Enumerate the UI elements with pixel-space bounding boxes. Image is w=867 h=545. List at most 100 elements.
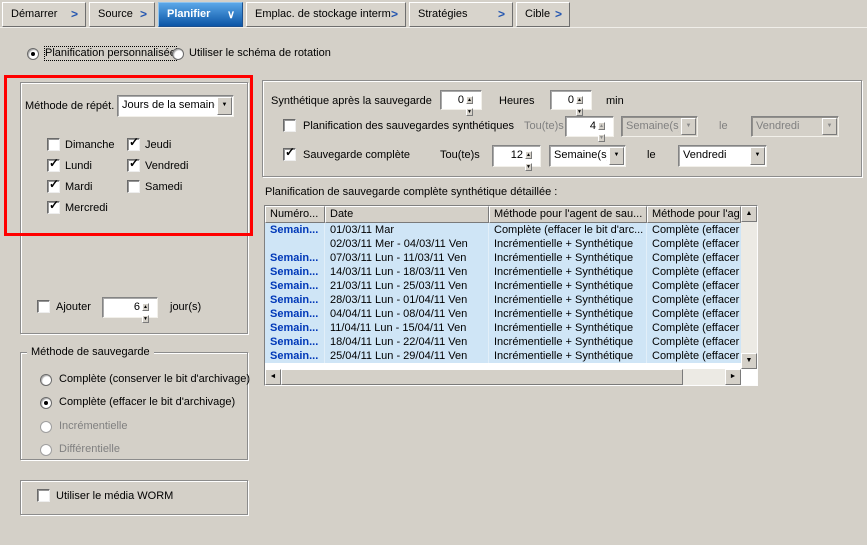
full-backup-checkbox[interactable]: ✓	[283, 148, 296, 161]
cell-method-ag: Complète (effacer	[647, 237, 741, 251]
chevron-right-icon: >	[555, 7, 562, 21]
synthetic-every-spinner: 4 ▲ ▼	[565, 116, 614, 137]
cell-method-agent: Complète (effacer le bit d'arc...	[489, 223, 647, 237]
annotation-rectangle	[4, 75, 253, 236]
add-days-unit-label: jour(s)	[170, 301, 201, 314]
full-keep-archive-bit-label[interactable]: Complète (conserver le bit d'archivage)	[59, 373, 250, 386]
table-row[interactable]: Semain... 18/04/11 Lun - 22/04/11 Ven In…	[265, 335, 741, 349]
table-row[interactable]: Semain... 11/04/11 Lun - 15/04/11 Ven In…	[265, 321, 741, 335]
cell-semaine: Semain...	[265, 279, 325, 293]
column-header-method-ag[interactable]: Méthode pour l'ag	[647, 206, 741, 223]
spinner-down-icon[interactable]: ▼	[525, 163, 532, 171]
full-backup-label[interactable]: Sauvegarde complète	[303, 149, 410, 162]
cell-method-ag: Complète (effacer	[647, 265, 741, 279]
cell-method-agent: Incrémentielle + Synthétique	[489, 293, 647, 307]
spinner-up-icon[interactable]: ▲	[142, 303, 149, 311]
custom-schedule-label[interactable]: Planification personnalisée	[45, 47, 176, 60]
add-days-spinner[interactable]: 6 ▲ ▼	[102, 297, 158, 318]
scroll-up-icon[interactable]: ▲	[741, 206, 757, 222]
spinner-value: 0	[458, 94, 464, 106]
spinner-up-icon[interactable]: ▲	[525, 151, 532, 159]
cell-method-ag: Complète (effacer	[647, 307, 741, 321]
tab-emplacement-stockage[interactable]: Emplac. de stockage interm. >	[246, 2, 406, 27]
dropdown-arrow-icon: ▼	[822, 118, 837, 135]
full-backup-on-label: le	[647, 149, 656, 162]
vertical-scrollbar-track[interactable]	[741, 206, 757, 369]
rotation-scheme-radio[interactable]	[172, 48, 184, 60]
cell-method-ag: Complète (effacer	[647, 279, 741, 293]
custom-schedule-radio[interactable]	[27, 48, 39, 60]
full-backup-every-spinner[interactable]: 12 ▲ ▼	[492, 145, 541, 167]
synthetic-hours-spinner[interactable]: 0 ▲ ▼	[440, 90, 482, 110]
table-row[interactable]: Semain... 25/04/11 Lun - 29/04/11 Ven In…	[265, 349, 741, 363]
combobox-value: Vendredi	[683, 149, 748, 161]
tab-label: Démarrer	[11, 8, 57, 20]
detail-table: Numéro... Date Méthode pour l'agent de s…	[264, 205, 758, 386]
tab-label: Cible	[525, 8, 550, 20]
cell-semaine: Semain...	[265, 251, 325, 265]
table-row[interactable]: 02/03/11 Mer - 04/03/11 Ven Incrémentiel…	[265, 237, 741, 251]
spinner-up-icon[interactable]: ▲	[466, 96, 473, 104]
detail-caption: Planification de sauvegarde complète syn…	[265, 186, 557, 199]
spinner-down-icon[interactable]: ▼	[466, 108, 473, 116]
table-row[interactable]: Semain... 07/03/11 Lun - 11/03/11 Ven In…	[265, 251, 741, 265]
cell-date: 04/04/11 Lun - 08/04/11 Ven	[325, 307, 489, 321]
full-backup-every-label: Tou(te)s	[440, 149, 480, 162]
full-backup-unit-combobox[interactable]: Semaine(s) ▼	[549, 145, 626, 167]
full-clear-archive-bit-radio[interactable]	[40, 397, 52, 409]
full-backup-day-combobox[interactable]: Vendredi ▼	[678, 145, 767, 167]
spinner-value: 12	[511, 149, 523, 161]
table-row[interactable]: Semain... 04/04/11 Lun - 08/04/11 Ven In…	[265, 307, 741, 321]
spinner-down-icon[interactable]: ▼	[142, 315, 149, 323]
tab-source[interactable]: Source >	[89, 2, 155, 27]
table-row[interactable]: Semain... 14/03/11 Lun - 18/03/11 Ven In…	[265, 265, 741, 279]
cell-method-agent: Incrémentielle + Synthétique	[489, 349, 647, 363]
scroll-right-icon[interactable]: ►	[725, 369, 741, 385]
check-icon: ✓	[285, 146, 295, 159]
scroll-left-icon[interactable]: ◄	[265, 369, 281, 385]
horizontal-scrollbar-thumb[interactable]	[281, 369, 683, 385]
cell-semaine: Semain...	[265, 335, 325, 349]
worm-label[interactable]: Utiliser le média WORM	[56, 490, 173, 503]
spinner-down-icon[interactable]: ▼	[576, 108, 583, 116]
spinner-up-icon[interactable]: ▲	[576, 96, 583, 104]
full-keep-archive-bit-radio[interactable]	[40, 374, 52, 386]
column-header-date[interactable]: Date	[325, 206, 489, 223]
worm-checkbox[interactable]	[37, 489, 50, 502]
cell-method-ag: Complète (effacer	[647, 223, 741, 237]
cell-date: 25/04/11 Lun - 29/04/11 Ven	[325, 349, 489, 363]
tab-strategies[interactable]: Stratégies >	[409, 2, 513, 27]
rotation-scheme-label[interactable]: Utiliser le schéma de rotation	[189, 47, 331, 60]
column-header-numero[interactable]: Numéro...	[265, 206, 325, 223]
add-days-checkbox[interactable]	[37, 300, 50, 313]
scroll-down-icon[interactable]: ▼	[741, 353, 757, 369]
dropdown-arrow-icon[interactable]: ▼	[609, 147, 624, 165]
table-row[interactable]: Semain... 01/03/11 Mar Complète (effacer…	[265, 223, 741, 237]
cell-method-agent: Incrémentielle + Synthétique	[489, 265, 647, 279]
add-days-label[interactable]: Ajouter	[56, 301, 91, 314]
full-clear-archive-bit-label[interactable]: Complète (effacer le bit d'archivage)	[59, 396, 235, 409]
chevron-down-icon: ∨	[227, 8, 235, 21]
table-row[interactable]: Semain... 21/03/11 Lun - 25/03/11 Ven In…	[265, 279, 741, 293]
chevron-right-icon: >	[391, 7, 398, 21]
synthetic-schedule-checkbox[interactable]	[283, 119, 296, 132]
synthetic-minutes-spinner[interactable]: 0 ▲ ▼	[550, 90, 592, 110]
table-row[interactable]: Semain... 28/03/11 Lun - 01/04/11 Ven In…	[265, 293, 741, 307]
cell-method-agent: Incrémentielle + Synthétique	[489, 251, 647, 265]
tab-label: Source	[98, 8, 133, 20]
synthetic-every-label: Tou(te)s	[524, 120, 564, 133]
tab-demarrer[interactable]: Démarrer >	[2, 2, 86, 27]
combobox-value: Semaine(s)	[554, 149, 607, 161]
column-header-method-agent[interactable]: Méthode pour l'agent de sau...	[489, 206, 647, 223]
combobox-value: Semaine(s)	[626, 120, 679, 132]
cell-method-agent: Incrémentielle + Synthétique	[489, 321, 647, 335]
cell-date: 02/03/11 Mer - 04/03/11 Ven	[325, 237, 489, 251]
spinner-down-icon: ▼	[598, 134, 605, 142]
cell-semaine: Semain...	[265, 265, 325, 279]
synthetic-schedule-label[interactable]: Planification des sauvegardes synthétiqu…	[303, 120, 514, 133]
dropdown-arrow-icon[interactable]: ▼	[750, 147, 765, 165]
cell-method-ag: Complète (effacer	[647, 293, 741, 307]
tab-cible[interactable]: Cible >	[516, 2, 570, 27]
differential-label: Différentielle	[59, 443, 120, 456]
tab-planifier[interactable]: Planifier ∨	[158, 2, 243, 27]
